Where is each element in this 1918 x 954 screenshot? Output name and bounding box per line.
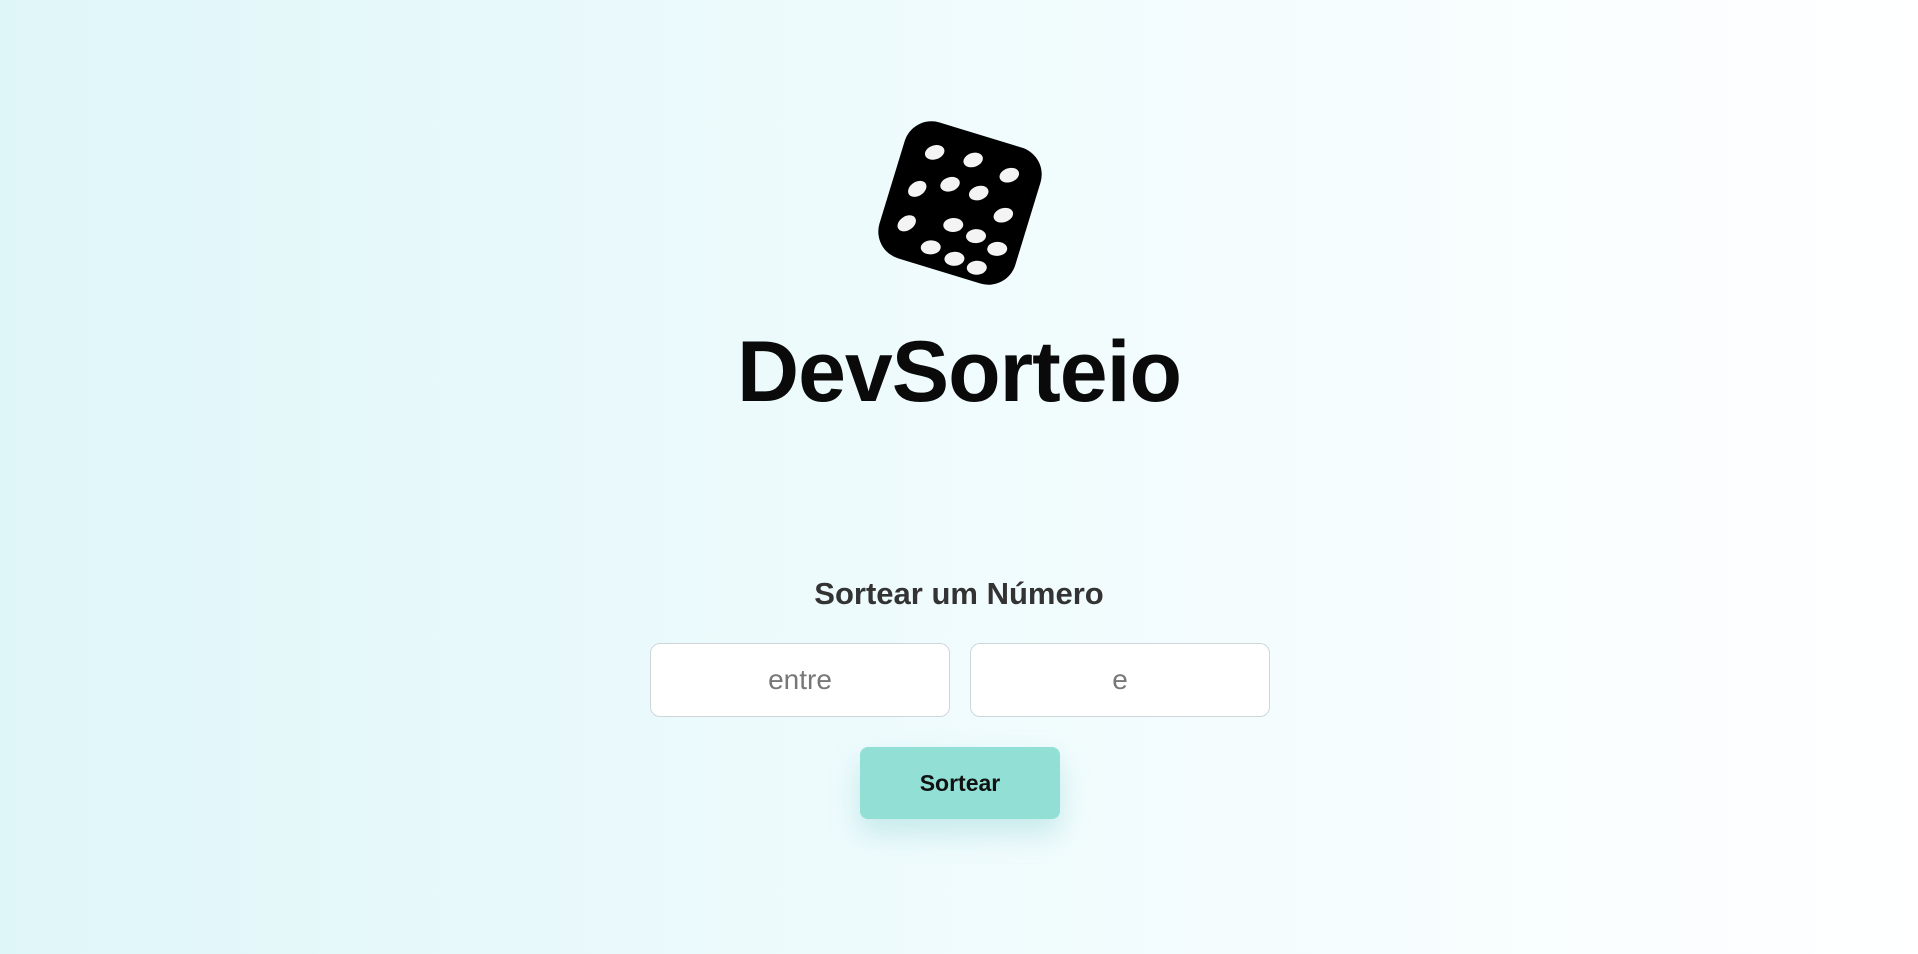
draw-button[interactable]: Sortear — [860, 747, 1060, 819]
draw-form-heading: Sortear um Número — [814, 576, 1104, 611]
from-number-input[interactable] — [650, 643, 950, 717]
to-number-input[interactable] — [970, 643, 1270, 717]
page: DevSorteio Sortear um Número Sortear — [0, 0, 1918, 954]
app-title: DevSorteio — [736, 324, 1182, 420]
range-inputs — [650, 643, 1270, 717]
dice-icon — [875, 118, 1045, 288]
